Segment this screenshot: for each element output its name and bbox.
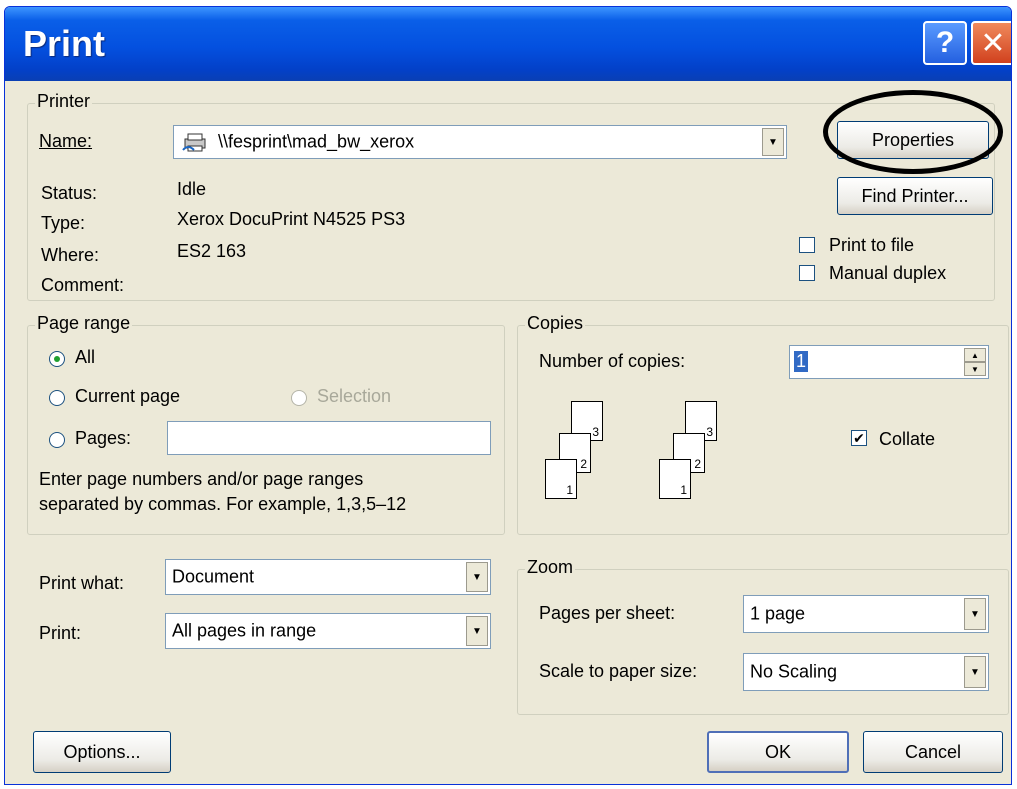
- all-radio[interactable]: [49, 351, 65, 367]
- scale-to-paper-label: Scale to paper size:: [539, 661, 698, 681]
- page-range-help-line2: separated by commas. For example, 1,3,5–…: [39, 494, 407, 514]
- collate-page-front-2: 1: [659, 459, 691, 499]
- zoom-legend: Zoom: [525, 557, 576, 578]
- where-value: ES2 163: [177, 241, 247, 261]
- comment-label: Comment:: [41, 275, 125, 295]
- printer-icon: [182, 132, 208, 152]
- chevron-down-icon[interactable]: ▼: [466, 562, 488, 592]
- chevron-down-icon[interactable]: ▼: [964, 656, 986, 688]
- selection-radio[interactable]: [291, 390, 307, 406]
- copies-spinner[interactable]: ▲ ▼: [964, 348, 986, 376]
- pages-label[interactable]: Pages:: [75, 428, 131, 449]
- options-button[interactable]: Options...: [33, 731, 171, 773]
- collate-checkbox[interactable]: ✔: [851, 430, 867, 446]
- pages-input[interactable]: [167, 421, 491, 455]
- chevron-down-icon[interactable]: ▼: [762, 128, 784, 156]
- print-select[interactable]: All pages in range ▼: [165, 613, 491, 649]
- scale-to-paper-value: No Scaling: [750, 661, 838, 682]
- printer-legend: Printer: [35, 91, 93, 112]
- spin-up-icon[interactable]: ▲: [964, 348, 986, 362]
- highlight-circle: [823, 90, 1003, 174]
- selection-label[interactable]: Selection: [317, 386, 391, 407]
- close-button[interactable]: ✕: [971, 21, 1011, 65]
- page-range-legend: Page range: [35, 313, 133, 334]
- spin-down-icon[interactable]: ▼: [964, 362, 986, 376]
- zoom-group: [517, 569, 1009, 715]
- print-to-file-checkbox[interactable]: [799, 237, 815, 253]
- type-label: Type:: [41, 213, 86, 233]
- print-what-label: Print what:: [39, 573, 125, 593]
- collate-illustration: 3 2 1 3 2 1: [541, 401, 761, 511]
- type-value: Xerox DocuPrint N4525 PS3: [177, 209, 406, 229]
- chevron-down-icon[interactable]: ▼: [964, 598, 986, 630]
- title-bar[interactable]: Print ? ✕: [5, 7, 1011, 81]
- cancel-button[interactable]: Cancel: [863, 731, 1003, 773]
- print-what-value: Document: [172, 566, 255, 587]
- printer-name-value: \\fesprint\mad_bw_xerox: [218, 131, 415, 152]
- pages-radio[interactable]: [49, 432, 65, 448]
- current-page-label[interactable]: Current page: [75, 386, 180, 407]
- pages-per-sheet-value: 1 page: [750, 603, 806, 624]
- print-what-select[interactable]: Document ▼: [165, 559, 491, 595]
- printer-name-select[interactable]: \\fesprint\mad_bw_xerox ▼: [173, 125, 787, 159]
- pages-per-sheet-select[interactable]: 1 page ▼: [743, 595, 989, 633]
- manual-duplex-label[interactable]: Manual duplex: [829, 263, 946, 284]
- collate-page-front-1: 1: [545, 459, 577, 499]
- ok-button[interactable]: OK: [707, 731, 849, 773]
- status-label: Status:: [41, 183, 98, 203]
- all-label[interactable]: All: [75, 347, 95, 368]
- pages-per-sheet-label: Pages per sheet:: [539, 603, 676, 623]
- number-of-copies-input[interactable]: 1 ▲ ▼: [789, 345, 989, 379]
- where-label: Where:: [41, 245, 100, 265]
- print-dialog: Print ? ✕ Printer Name: \\fesprint\mad_b…: [4, 6, 1012, 785]
- copies-legend: Copies: [525, 313, 586, 334]
- printer-name-label: Name:: [39, 131, 93, 151]
- collate-label[interactable]: Collate: [879, 429, 935, 450]
- print-value: All pages in range: [172, 620, 317, 641]
- chevron-down-icon[interactable]: ▼: [466, 616, 488, 646]
- print-label: Print:: [39, 623, 82, 643]
- help-button[interactable]: ?: [923, 21, 967, 65]
- page-range-help-line1: Enter page numbers and/or page ranges: [39, 469, 364, 489]
- scale-to-paper-select[interactable]: No Scaling ▼: [743, 653, 989, 691]
- number-of-copies-value: 1: [794, 351, 809, 372]
- status-value: Idle: [177, 179, 207, 199]
- print-to-file-label[interactable]: Print to file: [829, 235, 914, 256]
- find-printer-button[interactable]: Find Printer...: [837, 177, 993, 215]
- current-page-radio[interactable]: [49, 390, 65, 406]
- manual-duplex-checkbox[interactable]: [799, 265, 815, 281]
- window-title: Print: [23, 23, 106, 64]
- number-of-copies-label: Number of copies:: [539, 351, 686, 371]
